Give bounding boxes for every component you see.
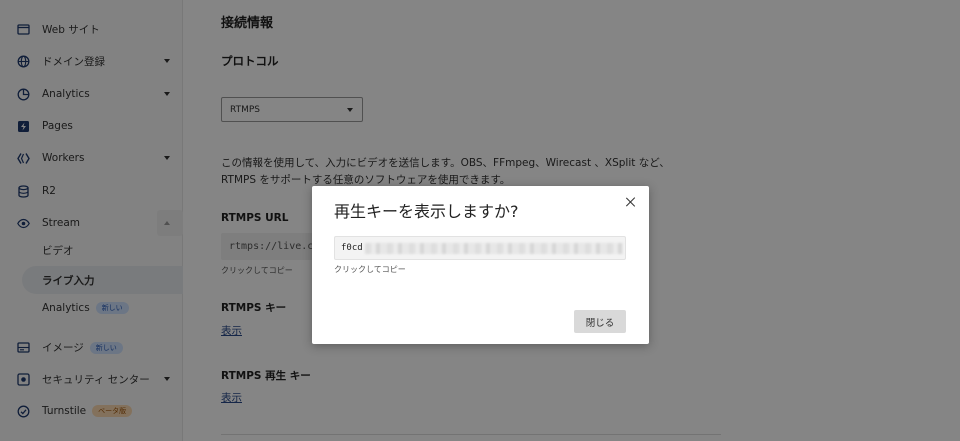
copy-hint: クリックしてコピー	[334, 265, 406, 274]
redacted-key	[364, 242, 623, 254]
playback-key-value: f0cd	[341, 243, 363, 253]
close-icon[interactable]	[625, 196, 637, 208]
dialog-title: 再生キーを表示しますか?	[334, 202, 519, 221]
show-playback-key-dialog: 再生キーを表示しますか? f0cd クリックしてコピー 閉じる	[312, 186, 649, 344]
playback-key-field[interactable]: f0cd	[334, 236, 626, 260]
close-button[interactable]: 閉じる	[574, 310, 626, 333]
